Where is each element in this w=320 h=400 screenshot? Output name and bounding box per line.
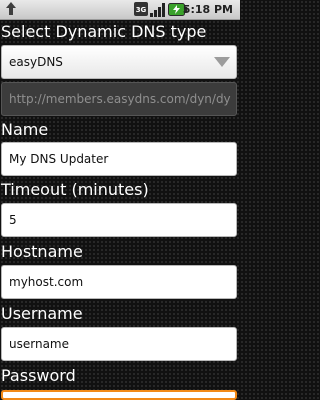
dns-type-spinner[interactable]: easyDNS <box>1 45 237 79</box>
dns-type-value: easyDNS <box>9 55 63 69</box>
password-label: Password <box>1 366 76 385</box>
notification-icon <box>6 2 16 15</box>
timeout-input[interactable]: 5 <box>1 203 237 237</box>
name-input[interactable]: My DNS Updater <box>1 142 237 176</box>
password-input[interactable] <box>1 390 237 400</box>
username-label: Username <box>1 304 83 323</box>
timeout-label: Timeout (minutes) <box>1 180 149 199</box>
dns-type-label: Select Dynamic DNS type <box>1 22 207 41</box>
hostname-label: Hostname <box>1 242 83 261</box>
signal-bars-icon <box>150 3 165 17</box>
hostname-input[interactable]: myhost.com <box>1 265 237 299</box>
update-url-field: http://members.easydns.com/dyn/dy <box>1 82 237 116</box>
status-bar: 3G 5:18 PM <box>0 0 240 20</box>
3g-icon: 3G <box>134 2 148 16</box>
svg-text:3G: 3G <box>136 6 147 14</box>
name-label: Name <box>1 120 49 139</box>
username-input[interactable]: username <box>1 327 237 361</box>
dropdown-arrow-icon <box>214 57 230 67</box>
clock: 5:18 PM <box>182 3 233 16</box>
